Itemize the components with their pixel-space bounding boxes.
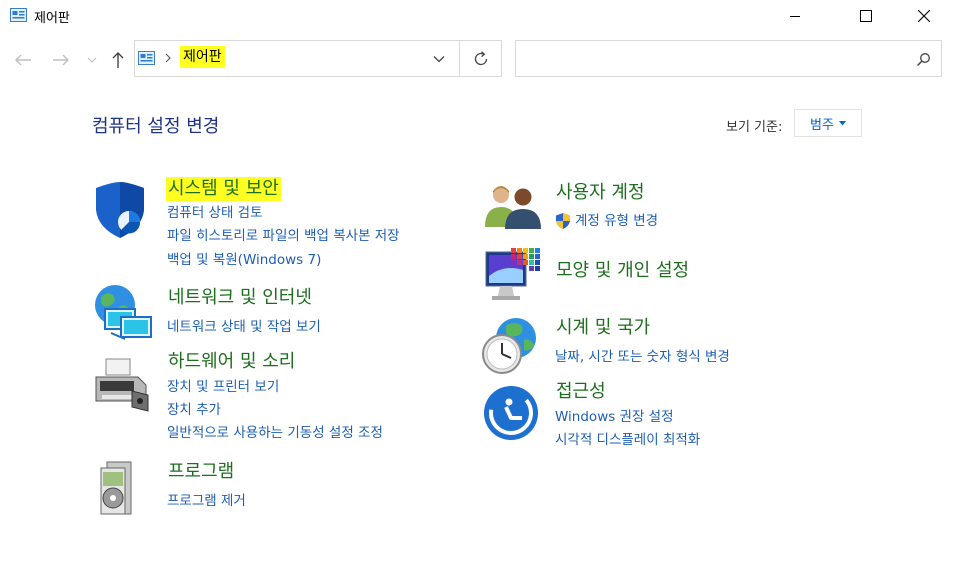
link-add-device[interactable]: 장치 추가	[167, 401, 221, 419]
view-by-value: 범주	[810, 117, 834, 133]
up-arrow-icon	[112, 52, 124, 68]
link-optimize-display[interactable]: 시각적 디스플레이 최적화	[555, 431, 700, 449]
breadcrumb-separator-icon	[165, 53, 171, 63]
close-icon	[918, 10, 930, 22]
category-hardware-sound[interactable]: 하드웨어 및 소리	[168, 350, 295, 374]
page-title: 컴퓨터 설정 변경	[92, 116, 220, 137]
link-file-history[interactable]: 파일 히스토리로 파일의 백업 복사본 저장	[167, 227, 400, 245]
close-button[interactable]	[901, 0, 947, 32]
view-by-dropdown[interactable]: 범주	[794, 109, 862, 137]
back-button[interactable]	[12, 50, 34, 70]
display-personalization-icon	[485, 248, 540, 300]
link-recommended-settings[interactable]: Windows 권장 설정	[555, 408, 674, 426]
title-bar: 제어판	[0, 0, 957, 32]
link-change-date-time-format[interactable]: 날짜, 시간 또는 숫자 형식 변경	[555, 348, 730, 366]
category-user-accounts[interactable]: 사용자 계정	[556, 181, 645, 205]
uac-shield-icon	[556, 213, 570, 229]
category-network-internet[interactable]: 네트워크 및 인터넷	[168, 286, 312, 310]
link-uninstall-program[interactable]: 프로그램 제거	[167, 492, 246, 510]
forward-button[interactable]	[50, 50, 72, 70]
network-globe-icon	[95, 285, 152, 340]
category-appearance-personalization[interactable]: 모양 및 개인 설정	[556, 259, 689, 283]
recent-locations-button[interactable]	[83, 50, 101, 70]
maximize-icon	[860, 10, 872, 22]
minimize-icon	[790, 16, 800, 17]
view-by-label: 보기 기준:	[726, 120, 783, 135]
forward-arrow-icon	[53, 54, 69, 66]
clock-globe-icon	[482, 318, 536, 374]
refresh-icon[interactable]	[472, 50, 490, 68]
link-network-status[interactable]: 네트워크 상태 및 작업 보기	[167, 318, 321, 336]
up-button[interactable]	[107, 50, 129, 70]
printer-icon	[95, 358, 149, 412]
link-backup-restore[interactable]: 백업 및 복원(Windows 7)	[167, 251, 321, 269]
category-clock-region[interactable]: 시계 및 국가	[556, 316, 650, 340]
link-mobility-settings[interactable]: 일반적으로 사용하는 기동성 설정 조정	[167, 424, 383, 442]
back-arrow-icon	[15, 54, 31, 66]
chevron-down-icon	[87, 57, 97, 63]
programs-icon	[100, 461, 132, 515]
window-title: 제어판	[34, 11, 70, 26]
link-devices-printers[interactable]: 장치 및 프린터 보기	[167, 378, 279, 396]
user-accounts-icon	[485, 186, 541, 229]
link-review-computer-status[interactable]: 컴퓨터 상태 검토	[167, 204, 263, 222]
category-system-security[interactable]: 시스템 및 보안	[166, 177, 281, 201]
maximize-button[interactable]	[843, 0, 889, 32]
shield-icon	[96, 182, 144, 238]
link-change-account-type[interactable]: 계정 유형 변경	[575, 212, 658, 230]
minimize-button[interactable]	[772, 0, 818, 32]
search-input[interactable]	[515, 40, 942, 77]
control-panel-icon	[10, 8, 27, 22]
address-divider	[459, 41, 460, 76]
ease-of-access-icon	[484, 386, 538, 440]
search-icon[interactable]	[916, 52, 931, 67]
breadcrumb-item[interactable]: 제어판	[180, 46, 225, 68]
chevron-down-icon[interactable]	[433, 55, 445, 63]
caret-down-icon	[838, 120, 846, 125]
category-programs[interactable]: 프로그램	[168, 460, 234, 484]
category-ease-of-access[interactable]: 접근성	[556, 380, 606, 404]
control-panel-icon	[138, 51, 155, 65]
